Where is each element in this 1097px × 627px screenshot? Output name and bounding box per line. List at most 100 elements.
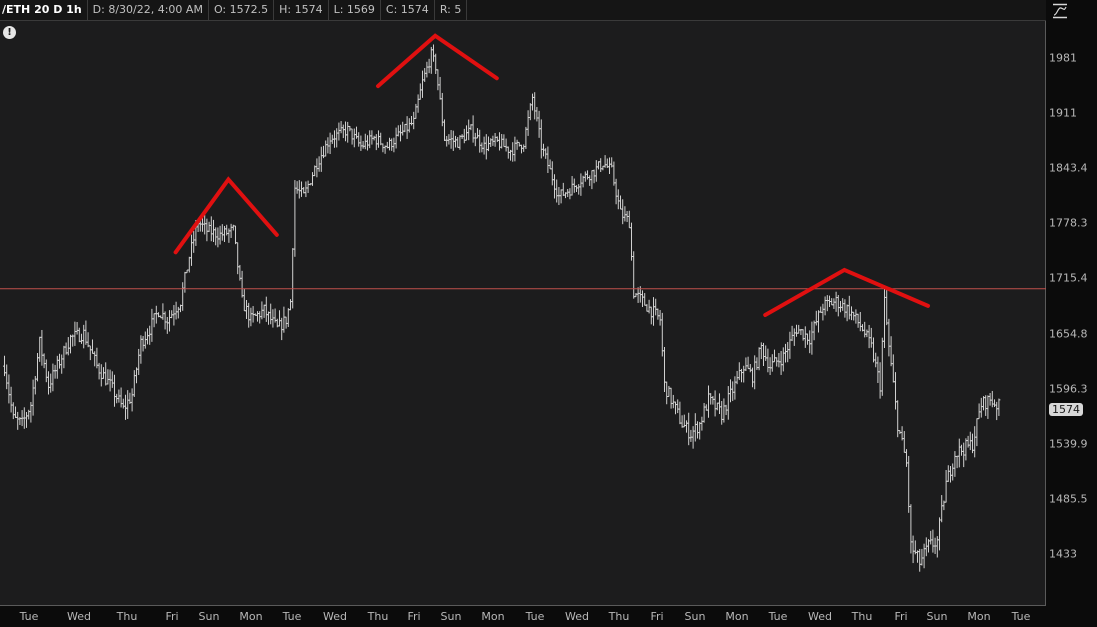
ohlc-bar[interactable] [955,455,959,469]
ohlc-bar[interactable] [685,420,688,433]
ohlc-bar[interactable] [845,304,849,322]
ohlc-bar[interactable] [740,368,743,383]
ohlc-bar[interactable] [190,234,193,266]
ohlc-bar[interactable] [295,181,299,194]
ohlc-bar[interactable] [44,359,48,383]
ohlc-bar[interactable] [693,413,697,442]
ohlc-bar[interactable] [779,350,783,375]
ohlc-bar[interactable] [429,46,433,74]
ohlc-bar[interactable] [218,225,222,245]
ohlc-bar[interactable] [788,331,792,359]
ohlc-bar[interactable] [5,364,9,390]
ohlc-bar[interactable] [454,135,457,148]
auto-scale-icon[interactable] [1052,3,1068,19]
ohlc-bar[interactable] [370,130,374,145]
ohlc-bar[interactable] [498,132,501,151]
ohlc-bar[interactable] [341,124,345,139]
ohlc-bar[interactable] [698,421,702,440]
ohlc-bar[interactable] [513,136,517,162]
ohlc-bar[interactable] [60,354,64,374]
ohlc-bar[interactable] [38,336,42,362]
ohlc-bar[interactable] [168,310,171,332]
ohlc-bar[interactable] [548,159,552,170]
ohlc-bar[interactable] [267,311,270,325]
ohlc-bar[interactable] [161,303,165,320]
ohlc-bar[interactable] [93,351,97,367]
ohlc-bar[interactable] [517,141,521,147]
ohlc-bar[interactable] [172,305,176,326]
ohlc-bar[interactable] [73,321,77,346]
ohlc-bar[interactable] [80,333,83,344]
ohlc-bar[interactable] [234,225,237,245]
ohlc-bar[interactable] [366,135,369,151]
ohlc-bar[interactable] [951,463,955,481]
ohlc-bar[interactable] [619,195,622,210]
ohlc-bar[interactable] [359,135,363,151]
ohlc-bar[interactable] [586,170,589,180]
ohlc-bar[interactable] [443,119,446,141]
ohlc-bar[interactable] [751,367,754,388]
ohlc-bar[interactable] [707,385,710,418]
ohlc-bar[interactable] [825,295,829,312]
ohlc-bar[interactable] [212,219,215,243]
ohlc-bar[interactable] [293,180,297,257]
ohlc-bar[interactable] [786,342,790,363]
ohlc-bar[interactable] [82,324,86,349]
ohlc-bar[interactable] [352,128,356,148]
ohlc-bar[interactable] [885,288,889,326]
ohlc-bar[interactable] [36,353,39,382]
ohlc-bar[interactable] [434,53,438,75]
ohlc-bar[interactable] [53,364,57,379]
ohlc-bar[interactable] [304,181,308,198]
ohlc-bar[interactable] [269,303,273,325]
ohlc-bar[interactable] [555,179,559,203]
ohlc-bar[interactable] [77,327,81,343]
ohlc-bar[interactable] [493,133,497,147]
ohlc-bar[interactable] [421,70,424,98]
ohlc-bar[interactable] [146,328,149,345]
ohlc-bar[interactable] [654,298,658,316]
ohlc-bar[interactable] [960,444,963,456]
ohlc-bar[interactable] [427,58,431,74]
ohlc-bar[interactable] [891,354,895,383]
ohlc-bar[interactable] [687,412,691,446]
ohlc-bar[interactable] [559,189,563,204]
ohlc-bar[interactable] [372,135,376,141]
ohlc-bar[interactable] [423,68,427,82]
ohlc-bar[interactable] [660,312,664,357]
ohlc-bar[interactable] [553,174,556,199]
ohlc-bar[interactable] [916,550,919,563]
ohlc-bar[interactable] [51,363,55,392]
ohlc-bar[interactable] [561,182,565,196]
ohlc-bar[interactable] [124,394,127,420]
ohlc-bar[interactable] [823,296,827,316]
ohlc-bar[interactable] [643,293,647,306]
ohlc-bar[interactable] [150,308,154,342]
ohlc-bar[interactable] [836,294,840,317]
ohlc-bar[interactable] [170,310,174,319]
ohlc-bar[interactable] [181,282,185,311]
ohlc-bar[interactable] [247,302,251,328]
ohlc-bar[interactable] [689,429,693,442]
ohlc-bar[interactable] [425,61,429,78]
ohlc-bar[interactable] [616,189,620,210]
ohlc-bar[interactable] [165,316,169,334]
ohlc-bar[interactable] [412,111,416,130]
ohlc-bar[interactable] [713,390,717,417]
ohlc-bar[interactable] [977,403,981,420]
ohlc-bar[interactable] [504,138,508,152]
ohlc-bar[interactable] [957,438,961,468]
ohlc-bar[interactable] [47,371,50,395]
ohlc-bar[interactable] [935,536,939,558]
ohlc-bar[interactable] [438,76,442,100]
ohlc-bar[interactable] [143,331,147,349]
ohlc-bar[interactable] [649,306,653,325]
ohlc-bar[interactable] [216,227,220,248]
ohlc-bar[interactable] [834,291,838,312]
ohlc-bar[interactable] [392,137,396,153]
ohlc-bar[interactable] [357,132,361,147]
ohlc-bar[interactable] [236,242,240,275]
ohlc-bar[interactable] [88,345,92,361]
ohlc-bar[interactable] [97,362,101,380]
ohlc-bar[interactable] [575,185,578,193]
